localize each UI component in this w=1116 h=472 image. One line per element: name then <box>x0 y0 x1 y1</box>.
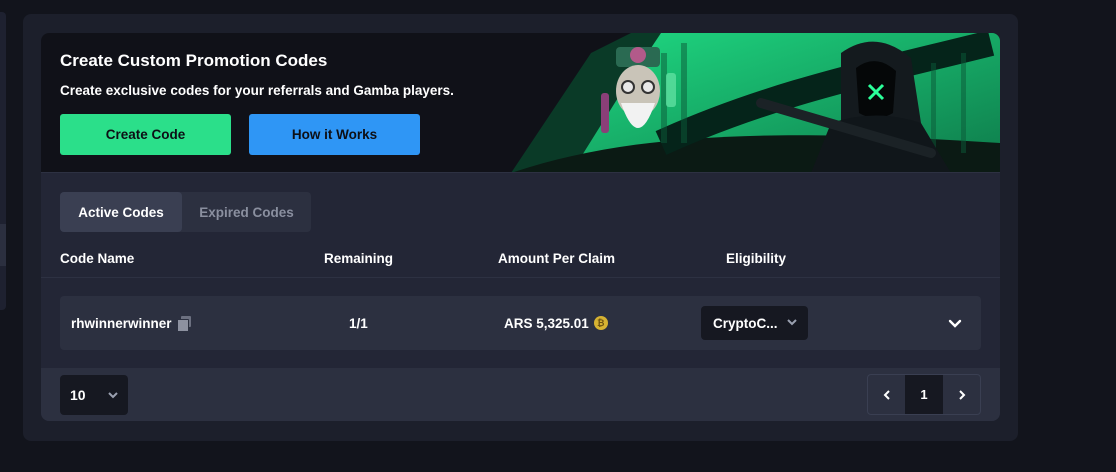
eligibility-value: CryptoC... <box>713 315 778 331</box>
code-name: rhwinnerwinner <box>71 315 172 331</box>
eligibility-select[interactable]: CryptoC... <box>701 306 808 340</box>
amount-value: ARS 5,325.01 <box>504 315 589 331</box>
per-page-value: 10 <box>70 387 86 403</box>
chevron-down-icon <box>787 319 797 326</box>
pagination: 1 <box>867 374 981 415</box>
page-number-button[interactable]: 1 <box>905 375 943 414</box>
banner-artwork <box>511 33 1000 172</box>
banner-subtitle: Create exclusive codes for your referral… <box>60 83 454 98</box>
column-header-amount: Amount Per Claim <box>498 251 616 266</box>
promo-codes-card: Create Custom Promotion Codes Create exc… <box>41 33 1000 421</box>
copy-icon[interactable] <box>176 316 191 332</box>
prev-page-button[interactable] <box>868 375 905 414</box>
banner-title: Create Custom Promotion Codes <box>60 51 328 70</box>
amount-cell: ARS 5,325.01 ₿ <box>504 296 608 350</box>
header-divider <box>41 277 1000 278</box>
tab-active-codes[interactable]: Active Codes <box>60 192 182 232</box>
code-name-cell: rhwinnerwinner <box>71 296 191 350</box>
remaining-cell: 1/1 <box>349 315 368 331</box>
table-footer <box>41 368 1000 421</box>
create-code-button[interactable]: Create Code <box>60 114 231 155</box>
tab-expired-codes[interactable]: Expired Codes <box>182 192 311 232</box>
column-header-eligibility: Eligibility <box>726 251 787 266</box>
promo-banner: Create Custom Promotion Codes Create exc… <box>41 33 1000 173</box>
how-it-works-button[interactable]: How it Works <box>249 114 420 155</box>
coin-icon: ₿ <box>593 316 608 330</box>
chevron-down-icon <box>108 392 118 399</box>
table-row: rhwinnerwinner 1/1 ARS 5,325.01 ₿ Crypto… <box>60 296 981 350</box>
chevron-right-icon <box>958 389 965 400</box>
column-header-remaining: Remaining <box>324 251 394 266</box>
next-page-button[interactable] <box>943 375 980 414</box>
code-status-tabs: Active Codes Expired Codes <box>60 192 311 232</box>
expand-row-chevron-icon[interactable] <box>945 313 965 333</box>
side-panel-scroll-thumb[interactable] <box>0 224 6 266</box>
side-panel-edge <box>0 12 6 310</box>
rows-per-page-select[interactable]: 10 <box>60 375 128 415</box>
chevron-left-icon <box>883 389 890 400</box>
column-header-code-name: Code Name <box>60 251 135 266</box>
